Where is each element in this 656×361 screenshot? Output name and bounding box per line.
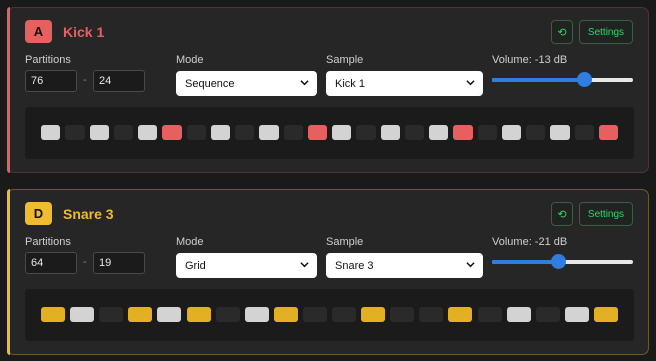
partition-separator: - <box>83 74 87 86</box>
step-cell[interactable] <box>361 307 386 322</box>
sample-select[interactable]: Snare 3 <box>326 253 483 278</box>
sample-select[interactable]: Kick 1 <box>326 71 483 96</box>
step-cell[interactable] <box>477 307 502 322</box>
chevron-down-icon <box>300 262 309 268</box>
step-cell[interactable] <box>429 125 449 140</box>
step-cell[interactable] <box>332 307 357 322</box>
track-name: Snare 3 <box>63 205 114 222</box>
step-cell[interactable] <box>162 125 182 140</box>
step-cell[interactable] <box>113 125 133 140</box>
step-cell[interactable] <box>535 307 560 322</box>
step-cell[interactable] <box>186 307 211 322</box>
step-cell[interactable] <box>128 307 153 322</box>
step-cell[interactable] <box>448 307 473 322</box>
step-cell[interactable] <box>574 125 594 140</box>
partition-separator: - <box>83 256 87 268</box>
step-cell[interactable] <box>210 125 230 140</box>
step-cell[interactable] <box>41 125 61 140</box>
step-cell[interactable] <box>550 125 570 140</box>
step-cell[interactable] <box>215 307 240 322</box>
settings-button[interactable]: Settings <box>579 20 633 44</box>
step-sequencer <box>25 289 634 341</box>
step-cell[interactable] <box>259 125 279 140</box>
volume-slider[interactable] <box>492 72 633 88</box>
partition-a-input[interactable]: 64 <box>25 252 77 274</box>
step-cell[interactable] <box>138 125 158 140</box>
partitions-label: Partitions <box>25 236 71 248</box>
step-cell[interactable] <box>526 125 546 140</box>
step-cell[interactable] <box>453 125 473 140</box>
volume-slider[interactable] <box>492 254 633 270</box>
track-letter-badge[interactable]: A <box>25 20 52 43</box>
step-cell[interactable] <box>593 307 618 322</box>
partition-b-input[interactable]: 24 <box>93 70 145 92</box>
sample-value: Kick 1 <box>335 77 365 90</box>
sample-value: Snare 3 <box>335 259 374 272</box>
mode-select[interactable]: Grid <box>176 253 317 278</box>
refresh-icon: ⟲ <box>557 26 567 39</box>
settings-button[interactable]: Settings <box>579 202 633 226</box>
volume-label: Volume: -13 dB <box>492 54 568 66</box>
step-cell[interactable] <box>419 307 444 322</box>
track-letter-badge[interactable]: D <box>25 202 52 225</box>
step-cell[interactable] <box>477 125 497 140</box>
partition-b-input[interactable]: 19 <box>93 252 145 274</box>
partitions-label: Partitions <box>25 54 71 66</box>
mode-value: Sequence <box>185 77 235 90</box>
volume-thumb[interactable] <box>551 254 566 269</box>
mode-select[interactable]: Sequence <box>176 71 317 96</box>
step-cell[interactable] <box>65 125 85 140</box>
volume-fill <box>492 78 584 82</box>
track-panel-snare: D Snare 3 ⟲ Settings Partitions 64 - 19 … <box>7 189 649 355</box>
step-cell[interactable] <box>380 125 400 140</box>
step-sequencer <box>25 107 634 159</box>
sample-label: Sample <box>326 236 364 248</box>
step-cell[interactable] <box>598 125 618 140</box>
step-cell[interactable] <box>332 125 352 140</box>
step-cell[interactable] <box>404 125 424 140</box>
volume-fill <box>492 260 558 264</box>
refresh-icon: ⟲ <box>557 208 567 221</box>
track-header: A Kick 1 <box>25 20 104 43</box>
track-panel-kick: A Kick 1 ⟲ Settings Partitions 76 - 24 M… <box>7 7 649 173</box>
chevron-down-icon <box>466 262 475 268</box>
mode-label: Mode <box>176 236 204 248</box>
step-cell[interactable] <box>356 125 376 140</box>
refresh-button[interactable]: ⟲ <box>551 20 573 44</box>
step-cell[interactable] <box>564 307 589 322</box>
step-cell[interactable] <box>99 307 124 322</box>
refresh-button[interactable]: ⟲ <box>551 202 573 226</box>
chevron-down-icon <box>300 80 309 86</box>
step-cell[interactable] <box>501 125 521 140</box>
partition-a-input[interactable]: 76 <box>25 70 77 92</box>
step-cell[interactable] <box>157 307 182 322</box>
step-cell[interactable] <box>41 307 66 322</box>
volume-thumb[interactable] <box>577 72 592 87</box>
step-cell[interactable] <box>70 307 95 322</box>
sample-label: Sample <box>326 54 364 66</box>
step-cell[interactable] <box>244 307 269 322</box>
step-cell[interactable] <box>283 125 303 140</box>
step-cell[interactable] <box>186 125 206 140</box>
track-header: D Snare 3 <box>25 202 114 225</box>
step-cell[interactable] <box>390 307 415 322</box>
track-name: Kick 1 <box>63 23 105 40</box>
chevron-down-icon <box>466 80 475 86</box>
step-cell[interactable] <box>89 125 109 140</box>
step-cell[interactable] <box>235 125 255 140</box>
step-cell[interactable] <box>273 307 298 322</box>
mode-value: Grid <box>185 259 206 272</box>
volume-label: Volume: -21 dB <box>492 236 568 248</box>
step-cell[interactable] <box>302 307 327 322</box>
step-cell[interactable] <box>307 125 327 140</box>
step-cell[interactable] <box>506 307 531 322</box>
mode-label: Mode <box>176 54 204 66</box>
